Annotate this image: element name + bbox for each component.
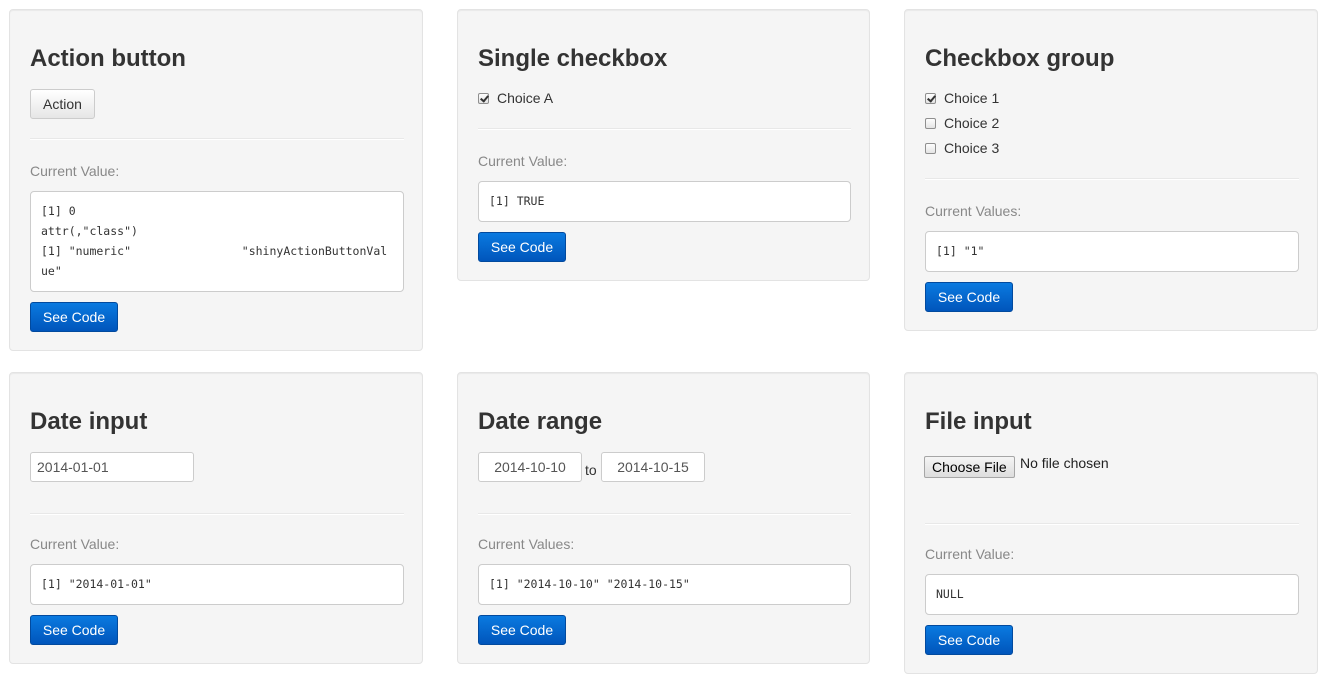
checkbox-label: Choice 3: [944, 140, 1000, 156]
value-output: [1] "2014-10-10" "2014-10-15": [478, 564, 851, 605]
checkbox-choice-2[interactable]: Choice 2: [925, 115, 999, 131]
divider: [925, 178, 1299, 180]
checkbox-checked-icon[interactable]: [478, 92, 489, 104]
single-checkbox-panel: Single checkbox Choice A Current Value: …: [457, 9, 870, 281]
checkbox-label: Choice A: [497, 90, 554, 106]
divider: [30, 513, 404, 515]
date-range-start-field[interactable]: 2014-10-10: [478, 452, 582, 482]
panel-title: File input: [925, 408, 1032, 435]
divider: [478, 513, 851, 515]
panel-title: Action button: [30, 45, 186, 72]
current-values-label: Current Values:: [478, 536, 575, 552]
checkbox-choice-a[interactable]: Choice A: [478, 90, 553, 106]
date-input-panel: Date input 2014-01-01 Current Value: [1]…: [9, 372, 423, 664]
value-output: [1] TRUE: [478, 181, 851, 222]
current-values-label: Current Values:: [925, 203, 1022, 219]
checkbox-checked-icon[interactable]: [925, 92, 936, 104]
see-code-button[interactable]: See Code: [30, 615, 118, 645]
file-input-panel: File input Choose File No file chosen Cu…: [904, 372, 1318, 674]
divider: [478, 128, 851, 130]
panel-title: Date input: [30, 408, 148, 435]
see-code-button[interactable]: See Code: [478, 615, 566, 645]
panel-title: Date range: [478, 408, 603, 435]
current-value-label: Current Value:: [30, 536, 120, 552]
date-range-panel: Date range 2014-10-10 to 2014-10-15 Curr…: [457, 372, 870, 664]
see-code-button[interactable]: See Code: [478, 232, 566, 262]
divider: [925, 523, 1299, 525]
value-output: [1] 0 attr(,"class") [1] "numeric" "shin…: [30, 191, 404, 292]
action-button-panel: Action button Action Current Value: [1] …: [9, 9, 423, 351]
action-button[interactable]: Action: [30, 89, 95, 119]
checkbox-unchecked-icon[interactable]: [925, 142, 936, 154]
date-input-field[interactable]: 2014-01-01: [30, 452, 194, 482]
checkbox-group-panel: Checkbox group Choice 1 Choice 2 Choice …: [904, 9, 1318, 331]
checkbox-choice-3[interactable]: Choice 3: [925, 140, 999, 156]
see-code-button[interactable]: See Code: [30, 302, 118, 332]
current-value-label: Current Value:: [478, 153, 568, 169]
current-value-label: Current Value:: [30, 163, 120, 179]
value-output: [1] "2014-01-01": [30, 564, 404, 605]
choose-file-button[interactable]: Choose File: [924, 456, 1015, 478]
checkbox-choice-1[interactable]: Choice 1: [925, 90, 999, 106]
panel-title: Single checkbox: [478, 45, 668, 72]
divider: [30, 138, 404, 140]
value-output: NULL: [925, 574, 1299, 615]
panel-title: Checkbox group: [925, 45, 1115, 72]
date-range-separator: to: [585, 462, 597, 478]
value-output: [1] "1": [925, 231, 1299, 272]
file-status-text: No file chosen: [1020, 455, 1109, 471]
checkbox-label: Choice 1: [944, 90, 1000, 106]
see-code-button[interactable]: See Code: [925, 625, 1013, 655]
checkbox-unchecked-icon[interactable]: [925, 117, 936, 129]
current-value-label: Current Value:: [925, 546, 1015, 562]
see-code-button[interactable]: See Code: [925, 282, 1013, 312]
checkbox-label: Choice 2: [944, 115, 1000, 131]
date-range-end-field[interactable]: 2014-10-15: [601, 452, 705, 482]
